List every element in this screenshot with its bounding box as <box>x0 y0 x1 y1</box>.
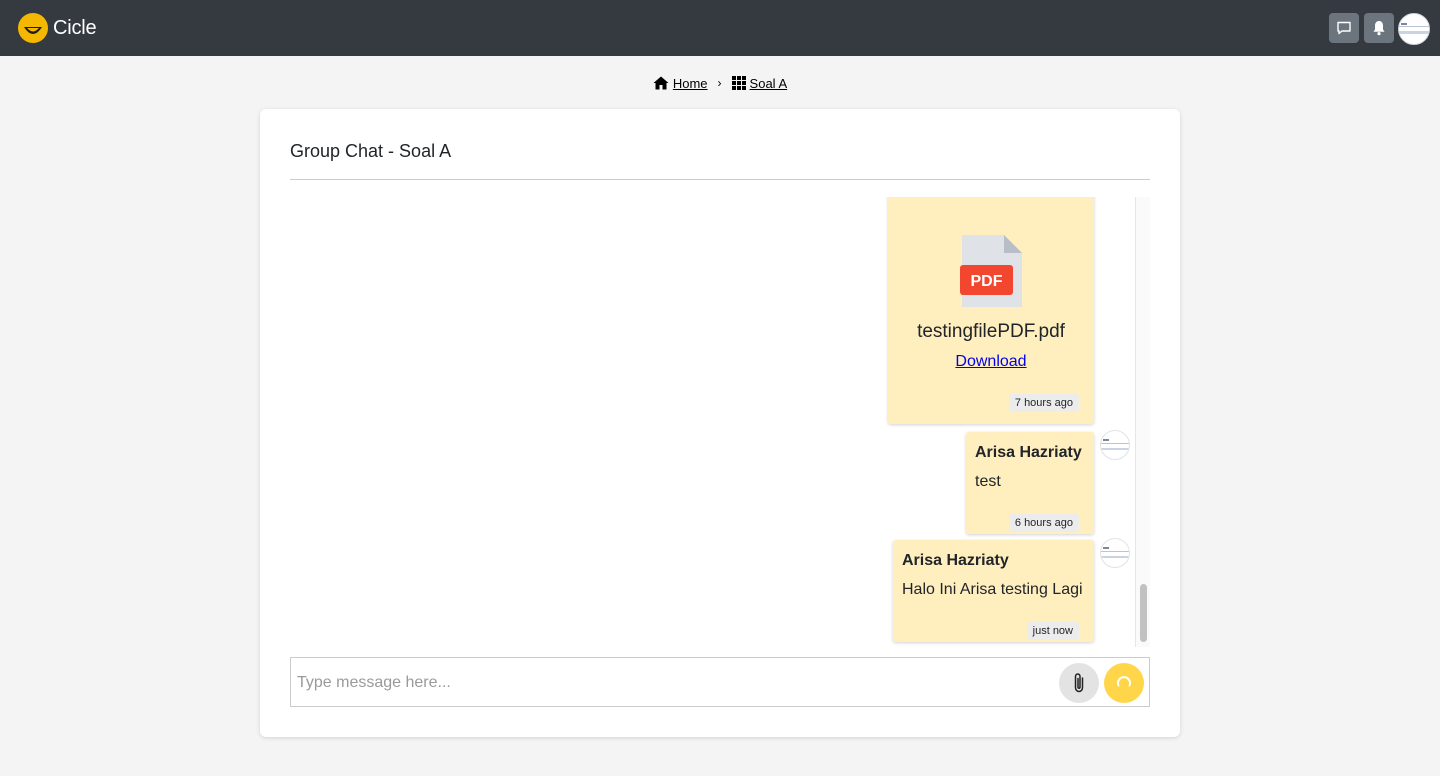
send-button[interactable] <box>1104 663 1144 703</box>
breadcrumb-current-link[interactable]: Soal A <box>731 75 788 91</box>
download-link[interactable]: Download <box>888 353 1094 371</box>
grid-icon <box>731 76 746 90</box>
message-composer <box>290 657 1150 707</box>
loading-spinner-icon <box>1117 676 1131 687</box>
message-timestamp: 7 hours ago <box>1008 394 1079 412</box>
message-text: Halo Ini Arisa testing Lagi <box>902 581 1083 598</box>
paperclip-icon <box>1074 673 1084 693</box>
chat-bubble-icon <box>1337 21 1351 35</box>
breadcrumb-home-label: Home <box>672 75 708 91</box>
user-avatar[interactable] <box>1398 13 1430 45</box>
home-icon <box>653 76 669 90</box>
breadcrumb-home-link[interactable]: Home <box>653 76 708 91</box>
chat-button[interactable] <box>1329 13 1359 43</box>
message-timestamp: 6 hours ago <box>1008 514 1079 532</box>
scrollbar-thumb[interactable] <box>1140 584 1147 642</box>
chat-scrollbar[interactable] <box>1135 197 1150 647</box>
brand-name[interactable]: Cicle <box>53 16 97 40</box>
file-message-bubble: PDF testingfilePDF.pdf Download 7 hours … <box>888 197 1094 424</box>
message-sender: Arisa Hazriaty <box>902 552 1009 569</box>
text-message-bubble: Arisa Hazriaty test 6 hours ago <box>966 432 1094 534</box>
file-name: testingfilePDF.pdf <box>917 321 1065 342</box>
chat-title: Group Chat - Soal A <box>290 141 452 161</box>
group-chat-card: Group Chat - Soal A PDF testingfilePDF.p… <box>260 109 1180 737</box>
breadcrumb: Home › Soal A <box>0 74 1440 92</box>
pdf-badge-label: PDF <box>971 273 1003 290</box>
title-divider <box>290 179 1150 180</box>
text-message-bubble: Arisa Hazriaty Halo Ini Arisa testing La… <box>893 540 1094 642</box>
message-input[interactable] <box>297 670 1037 696</box>
top-navbar: Cicle <box>0 0 1440 56</box>
chat-message-list[interactable]: PDF testingfilePDF.pdf Download 7 hours … <box>290 197 1148 647</box>
pdf-file-icon[interactable]: PDF <box>960 235 1022 312</box>
cicle-logo-icon[interactable] <box>17 12 49 44</box>
attach-file-button[interactable] <box>1059 663 1099 703</box>
sender-avatar[interactable] <box>1100 430 1130 460</box>
message-text: test <box>975 473 1001 490</box>
bell-icon <box>1373 21 1385 36</box>
notification-button[interactable] <box>1364 13 1394 43</box>
breadcrumb-separator: › <box>717 76 722 90</box>
message-timestamp: just now <box>1026 622 1079 640</box>
sender-avatar[interactable] <box>1100 538 1130 568</box>
breadcrumb-current-label: Soal A <box>749 75 788 91</box>
message-sender: Arisa Hazriaty <box>975 444 1082 461</box>
